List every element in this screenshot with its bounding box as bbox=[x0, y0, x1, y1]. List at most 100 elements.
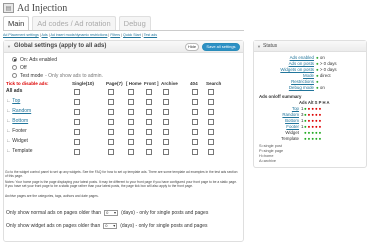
summary-row: Footer 1 ●●●●● bbox=[258, 124, 366, 129]
hide-button[interactable]: Hide bbox=[185, 43, 199, 51]
disable-checkbox[interactable] bbox=[208, 149, 214, 155]
column-header: [ Home bbox=[126, 81, 142, 86]
disable-checkbox[interactable] bbox=[146, 129, 152, 135]
row-label-bottom[interactable]: Bottom bbox=[12, 118, 28, 124]
summary-row-label[interactable]: Random bbox=[258, 112, 299, 117]
link-ad-placement[interactable]: Ad Placement settings bbox=[3, 33, 39, 37]
status-value: ● bbox=[316, 79, 319, 84]
disable-checkbox[interactable] bbox=[74, 89, 80, 95]
disable-checkbox[interactable] bbox=[163, 129, 169, 135]
disable-checkbox[interactable] bbox=[108, 119, 114, 125]
grid-row-label: ∟ Footer bbox=[6, 128, 27, 134]
disable-checkbox[interactable] bbox=[208, 139, 214, 145]
disable-checkbox[interactable] bbox=[146, 89, 152, 95]
disable-checkbox[interactable] bbox=[192, 129, 198, 135]
radio-off[interactable] bbox=[12, 65, 17, 70]
row-label-top[interactable]: Top bbox=[12, 98, 20, 104]
radio-test[interactable] bbox=[12, 73, 17, 78]
disable-checkbox[interactable] bbox=[146, 139, 152, 145]
panel-title: Global settings (apply to all ads) bbox=[14, 43, 107, 49]
summary-row-label[interactable]: Top bbox=[258, 106, 299, 111]
disable-checkbox[interactable] bbox=[108, 89, 114, 95]
disable-checkbox[interactable] bbox=[128, 129, 134, 135]
status-header: ▼ Status bbox=[254, 41, 366, 52]
disable-checkbox[interactable] bbox=[146, 99, 152, 105]
link-insert-mode[interactable]: Ad insert mode/dynamic restrictions bbox=[50, 33, 107, 37]
disable-checkbox[interactable] bbox=[128, 149, 134, 155]
save-all-button[interactable]: Save all settings bbox=[202, 43, 240, 51]
disable-checkbox[interactable] bbox=[74, 109, 80, 115]
summary-header: Ads Alt S P H A bbox=[299, 100, 330, 105]
link-test-ads[interactable]: Test ads bbox=[144, 33, 157, 37]
disable-checkbox[interactable] bbox=[192, 139, 198, 145]
disable-checkbox[interactable] bbox=[128, 99, 134, 105]
disable-checkbox[interactable] bbox=[74, 99, 80, 105]
status-key[interactable]: Debug mode bbox=[289, 85, 314, 90]
quick-links: Ad Placement settings | Ads | Ad insert … bbox=[3, 33, 158, 37]
summary-row: Top 1 ●●●●● bbox=[258, 106, 366, 111]
disable-checkbox[interactable] bbox=[146, 149, 152, 155]
disable-checkbox[interactable] bbox=[163, 149, 169, 155]
disable-checkbox[interactable] bbox=[163, 99, 169, 105]
disable-checkbox[interactable] bbox=[108, 139, 114, 145]
disable-checkbox[interactable] bbox=[108, 149, 114, 155]
status-key[interactable]: Mode bbox=[303, 73, 314, 78]
radio-on[interactable] bbox=[12, 57, 17, 62]
status-key[interactable]: Restrictions bbox=[291, 79, 314, 84]
disable-checkbox[interactable] bbox=[163, 119, 169, 125]
link-ads[interactable]: Ads bbox=[42, 33, 48, 37]
mode-test-label: Test mode bbox=[20, 72, 44, 79]
disable-checkbox[interactable] bbox=[108, 99, 114, 105]
disable-checkbox[interactable] bbox=[108, 109, 114, 115]
older-widget-prefix: Only show widget ads on pages older than bbox=[6, 223, 101, 229]
disable-checkbox[interactable] bbox=[146, 109, 152, 115]
row-label-random[interactable]: Random bbox=[12, 108, 31, 114]
mode-on-option[interactable]: On: Ads enabled bbox=[12, 56, 57, 63]
status-key[interactable]: Ads on posts bbox=[289, 61, 314, 66]
disable-checkbox[interactable] bbox=[108, 129, 114, 135]
disable-checkbox[interactable] bbox=[208, 129, 214, 135]
disable-checkbox[interactable] bbox=[192, 119, 198, 125]
panel-header: ▼ Global settings (apply to all ads) Hid… bbox=[4, 41, 243, 53]
widget-note: Go to the widget control panel to set up… bbox=[5, 170, 238, 179]
disable-checkbox[interactable] bbox=[163, 89, 169, 95]
older-normal-select[interactable]: 0 bbox=[104, 210, 119, 216]
disable-checkbox[interactable] bbox=[128, 139, 134, 145]
disable-checkbox[interactable] bbox=[192, 109, 198, 115]
disable-checkbox[interactable] bbox=[74, 119, 80, 125]
disable-checkbox[interactable] bbox=[74, 139, 80, 145]
tab-main[interactable]: Main bbox=[3, 16, 30, 30]
disable-checkbox[interactable] bbox=[74, 149, 80, 155]
disable-checkbox[interactable] bbox=[192, 89, 198, 95]
tab-ad-codes[interactable]: Ad codes / Ad rotation bbox=[32, 16, 116, 30]
collapse-arrow-icon[interactable]: ▼ bbox=[7, 44, 11, 49]
disable-checkbox[interactable] bbox=[128, 109, 134, 115]
mode-off-option[interactable]: Off bbox=[12, 64, 27, 71]
status-key[interactable]: Widgets on posts bbox=[280, 67, 314, 72]
disable-checkbox[interactable] bbox=[192, 149, 198, 155]
summary-legend-line: P=single page bbox=[259, 149, 284, 153]
link-quick-start[interactable]: Quick Start bbox=[123, 33, 141, 37]
disable-checkbox[interactable] bbox=[163, 109, 169, 115]
disable-checkbox[interactable] bbox=[128, 119, 134, 125]
disable-checkbox[interactable] bbox=[192, 99, 198, 105]
older-normal-suffix: (days) - only for single posts and pages bbox=[121, 210, 209, 216]
disable-checkbox[interactable] bbox=[208, 119, 214, 125]
disable-checkbox[interactable] bbox=[208, 109, 214, 115]
summary-title: Ads on/off summary bbox=[259, 94, 302, 99]
collapse-arrow-icon[interactable]: ▼ bbox=[257, 44, 261, 49]
grid-row-label: ∟ Top bbox=[6, 98, 21, 104]
tab-debug[interactable]: Debug bbox=[118, 16, 151, 30]
summary-row-label[interactable]: Footer bbox=[258, 124, 299, 129]
disable-checkbox[interactable] bbox=[128, 89, 134, 95]
disable-checkbox[interactable] bbox=[208, 89, 214, 95]
status-key[interactable]: Ads enabled bbox=[290, 55, 314, 60]
disable-checkbox[interactable] bbox=[146, 119, 152, 125]
disable-checkbox[interactable] bbox=[74, 129, 80, 135]
older-widget-select[interactable]: 0 bbox=[103, 223, 118, 229]
mode-test-option[interactable]: Test mode - Only show ads to admin. bbox=[12, 72, 103, 79]
disable-checkbox[interactable] bbox=[163, 139, 169, 145]
disable-checkbox[interactable] bbox=[208, 99, 214, 105]
summary-row-label[interactable]: Bottom bbox=[258, 118, 299, 123]
link-filters[interactable]: Filters bbox=[110, 33, 120, 37]
